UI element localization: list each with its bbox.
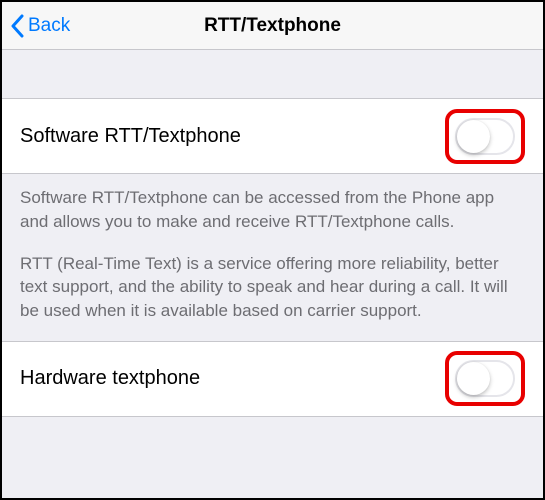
footer-paragraph-2: RTT (Real-Time Text) is a service offeri… — [20, 252, 525, 323]
footer-description: Software RTT/Textphone can be accessed f… — [2, 174, 543, 341]
section-spacer — [2, 50, 543, 98]
software-rtt-toggle[interactable] — [455, 118, 515, 155]
software-rtt-row: Software RTT/Textphone — [2, 98, 543, 174]
hardware-textphone-label: Hardware textphone — [20, 367, 200, 390]
page-title: RTT/Textphone — [204, 15, 341, 37]
software-rtt-label: Software RTT/Textphone — [20, 125, 241, 148]
back-button[interactable]: Back — [2, 2, 70, 49]
navbar: Back RTT/Textphone — [2, 2, 543, 50]
footer-paragraph-1: Software RTT/Textphone can be accessed f… — [20, 186, 525, 234]
toggle-knob — [457, 120, 490, 153]
highlight-box — [445, 351, 525, 406]
toggle-knob — [457, 362, 490, 395]
hardware-textphone-row: Hardware textphone — [2, 341, 543, 417]
chevron-left-icon — [10, 14, 24, 38]
back-label: Back — [28, 15, 70, 37]
highlight-box — [445, 109, 525, 164]
hardware-textphone-toggle[interactable] — [455, 360, 515, 397]
